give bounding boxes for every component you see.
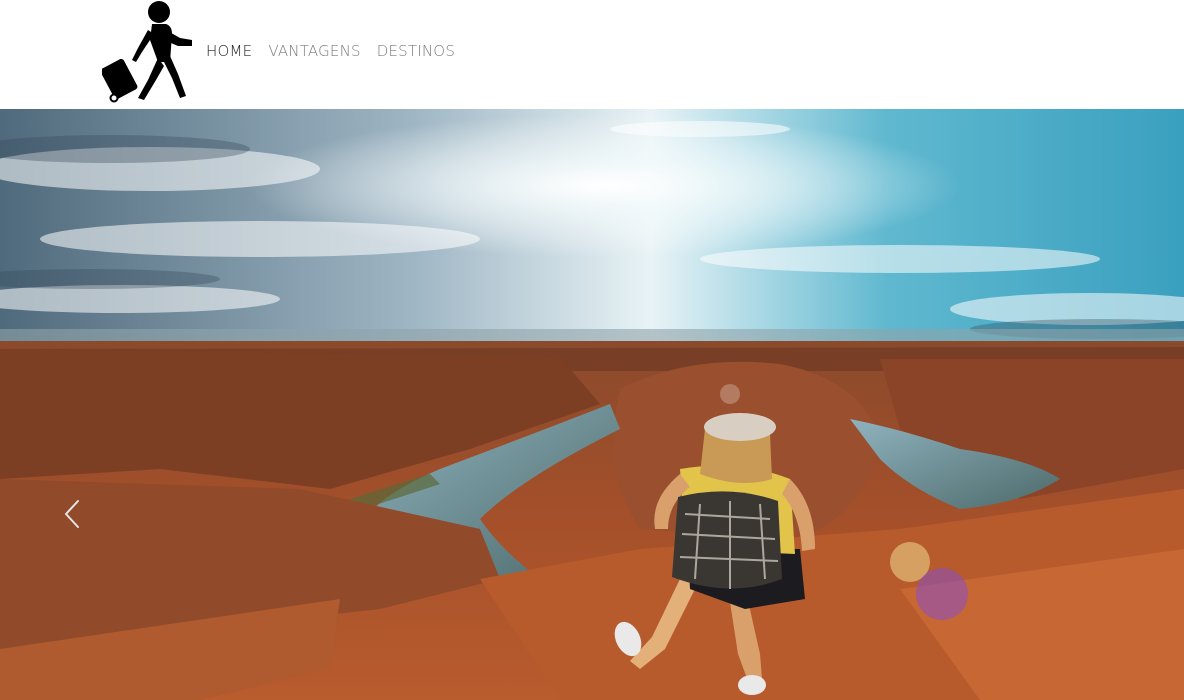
nav-destinos[interactable]: DESTINOS bbox=[377, 42, 455, 60]
nav-home[interactable]: HOME bbox=[206, 42, 252, 60]
canyon-hiker-photo bbox=[0, 109, 1184, 700]
nav-vantagens[interactable]: VANTAGENS bbox=[268, 42, 360, 60]
traveler-logo-icon[interactable] bbox=[102, 0, 194, 104]
navbar: HOME VANTAGENS DESTINOS bbox=[0, 0, 1184, 109]
carousel-prev-button[interactable] bbox=[58, 497, 88, 531]
main-nav: HOME VANTAGENS DESTINOS bbox=[206, 42, 471, 60]
chevron-left-icon bbox=[65, 500, 79, 528]
hero-carousel bbox=[0, 109, 1184, 700]
